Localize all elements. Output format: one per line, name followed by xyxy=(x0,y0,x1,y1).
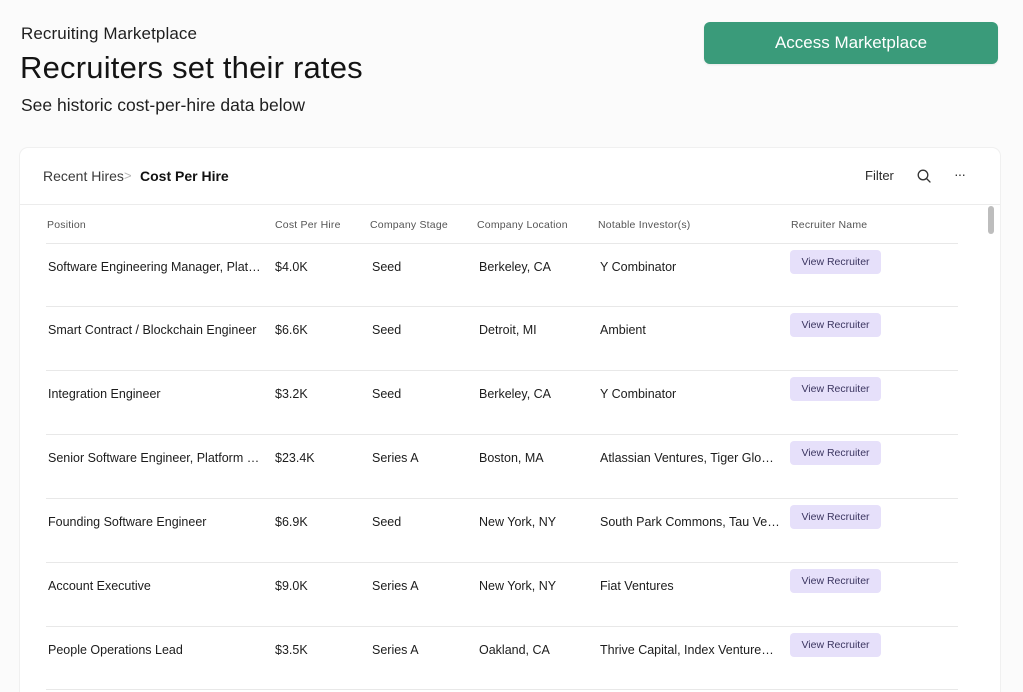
table-row: Founding Software Engineer $6.9K Seed Ne… xyxy=(20,498,1000,562)
page-title: Recruiters set their rates xyxy=(20,50,363,85)
cell-position: Account Executive xyxy=(48,579,151,593)
table-row: People Operations Lead $3.5K Series A Oa… xyxy=(20,626,1000,690)
cell-location: Oakland, CA xyxy=(479,643,550,657)
table-scrollbar[interactable] xyxy=(988,206,994,234)
cell-investors: Ambient xyxy=(600,323,646,337)
table-toolbar: Recent Hires > Cost Per Hire Filter ··· xyxy=(20,148,1000,205)
cell-investors: Fiat Ventures xyxy=(600,579,674,593)
column-header-cost[interactable]: Cost Per Hire xyxy=(275,219,341,231)
access-marketplace-button[interactable]: Access Marketplace xyxy=(704,22,998,64)
cell-cost: $4.0K xyxy=(275,260,308,274)
filter-button[interactable]: Filter xyxy=(865,168,894,183)
view-recruiter-button[interactable]: View Recruiter xyxy=(790,569,881,593)
cell-stage: Series A xyxy=(372,643,419,657)
column-header-recruiter[interactable]: Recruiter Name xyxy=(791,219,867,231)
cell-stage: Seed xyxy=(372,260,402,274)
page-kicker: Recruiting Marketplace xyxy=(21,24,198,43)
cell-stage: Seed xyxy=(372,323,402,337)
breadcrumb-separator: > xyxy=(124,168,132,183)
row-divider xyxy=(46,626,958,627)
cell-position: People Operations Lead xyxy=(48,643,183,657)
view-recruiter-button[interactable]: View Recruiter xyxy=(790,633,881,657)
row-divider xyxy=(46,434,958,435)
column-header-position[interactable]: Position xyxy=(47,219,86,231)
table-row: Integration Engineer $3.2K Seed Berkeley… xyxy=(20,370,1000,434)
page: Recruiting Marketplace Recruiters set th… xyxy=(0,0,1023,692)
view-recruiter-button[interactable]: View Recruiter xyxy=(790,250,881,274)
cell-location: Detroit, MI xyxy=(479,323,537,337)
cell-stage: Series A xyxy=(372,451,419,465)
view-recruiter-button[interactable]: View Recruiter xyxy=(790,505,881,529)
search-icon[interactable] xyxy=(916,168,932,184)
cell-position: Founding Software Engineer xyxy=(48,515,207,529)
cell-cost: $3.2K xyxy=(275,387,308,401)
cell-location: New York, NY xyxy=(479,515,557,529)
cell-cost: $6.6K xyxy=(275,323,308,337)
cell-stage: Series A xyxy=(372,579,419,593)
cell-location: Berkeley, CA xyxy=(479,260,552,274)
view-recruiter-button[interactable]: View Recruiter xyxy=(790,441,881,465)
more-icon[interactable]: ··· xyxy=(954,166,970,182)
cell-investors: Y Combinator xyxy=(600,260,677,274)
table-row: Senior Software Engineer, Platform … $23… xyxy=(20,434,1000,498)
cell-cost: $9.0K xyxy=(275,579,308,593)
page-subtitle: See historic cost-per-hire data below xyxy=(21,95,306,115)
cell-location: New York, NY xyxy=(479,579,557,593)
cell-stage: Seed xyxy=(372,515,402,529)
cell-stage: Seed xyxy=(372,387,402,401)
cell-investors: Y Combinator xyxy=(600,387,677,401)
cell-investors: Thrive Capital, Index Venture… xyxy=(600,643,774,657)
table-row: Smart Contract / Blockchain Engineer $6.… xyxy=(20,306,1000,370)
cell-location: Berkeley, CA xyxy=(479,387,552,401)
cell-position: Senior Software Engineer, Platform … xyxy=(48,451,260,465)
hires-table-card: Recent Hires > Cost Per Hire Filter ··· … xyxy=(20,148,1000,692)
view-recruiter-button[interactable]: View Recruiter xyxy=(790,313,881,337)
row-divider xyxy=(46,243,958,244)
breadcrumb-cost-per-hire: Cost Per Hire xyxy=(140,168,229,184)
row-divider xyxy=(46,370,958,371)
table-row: Software Engineering Manager, Plat… $4.0… xyxy=(20,243,1000,307)
table-row: Account Executive $9.0K Series A New Yor… xyxy=(20,562,1000,626)
cell-position: Software Engineering Manager, Plat… xyxy=(48,260,261,274)
row-divider xyxy=(46,498,958,499)
cell-location: Boston, MA xyxy=(479,451,544,465)
cell-investors: South Park Commons, Tau Ve… xyxy=(600,515,780,529)
column-header-location[interactable]: Company Location xyxy=(477,219,568,231)
column-header-investors[interactable]: Notable Investor(s) xyxy=(598,219,691,231)
column-header-stage[interactable]: Company Stage xyxy=(370,219,448,231)
view-recruiter-button[interactable]: View Recruiter xyxy=(790,377,881,401)
cell-cost: $23.4K xyxy=(275,451,315,465)
row-divider xyxy=(46,562,958,563)
cell-cost: $3.5K xyxy=(275,643,308,657)
cell-investors: Atlassian Ventures, Tiger Glo… xyxy=(600,451,774,465)
table-header: Position Cost Per Hire Company Stage Com… xyxy=(20,205,1000,243)
cell-position: Smart Contract / Blockchain Engineer xyxy=(48,323,257,337)
row-divider xyxy=(46,689,958,690)
row-divider xyxy=(46,306,958,307)
cell-cost: $6.9K xyxy=(275,515,308,529)
breadcrumb-recent-hires[interactable]: Recent Hires xyxy=(43,168,124,184)
cell-position: Integration Engineer xyxy=(48,387,161,401)
